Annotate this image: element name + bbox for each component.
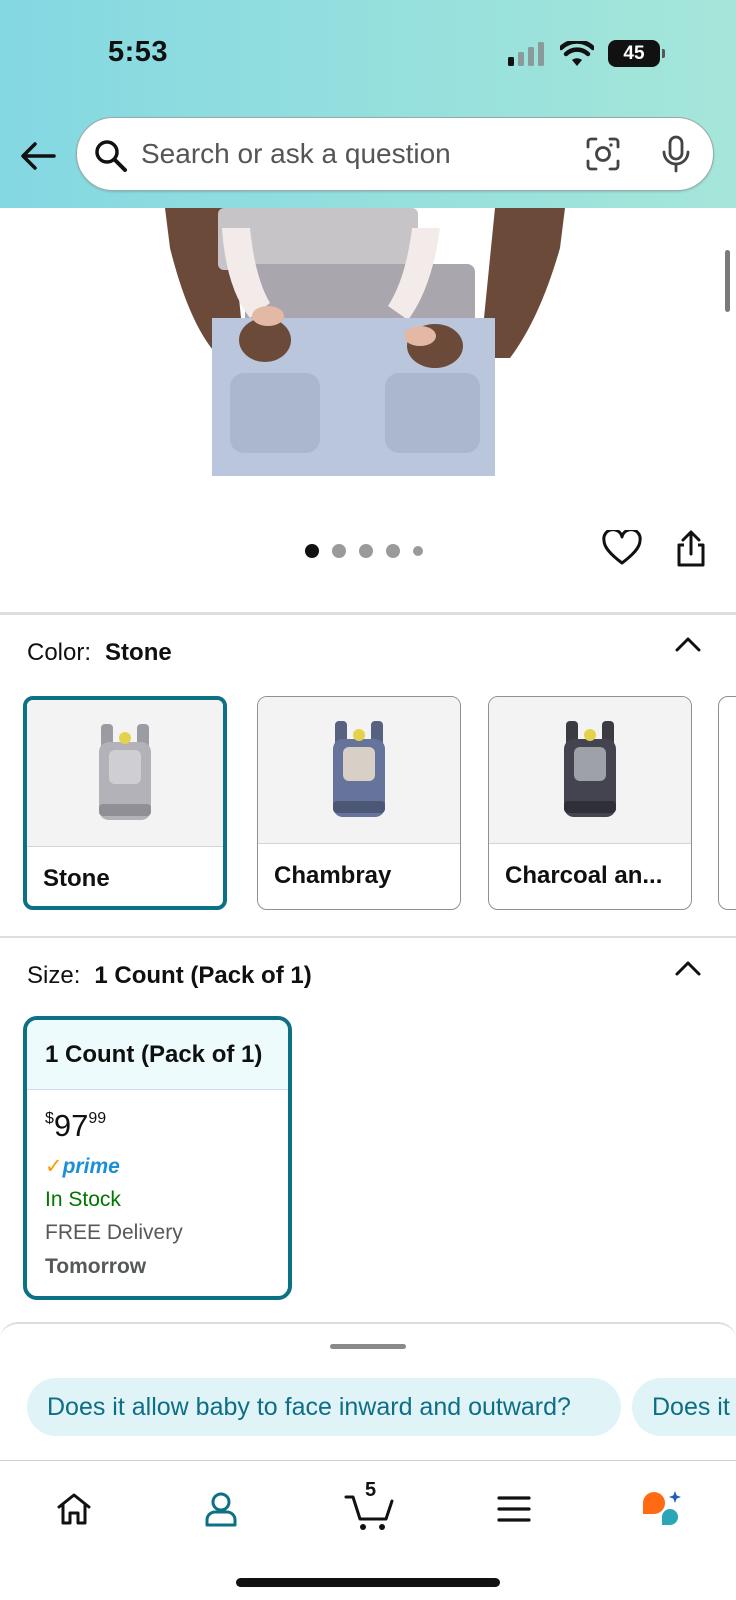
pagination-dot[interactable]	[386, 544, 400, 558]
carrier-thumbnail-charcoal	[564, 721, 616, 817]
color-option-label: Charcoal an...	[505, 862, 663, 889]
color-option-label: Chambray	[274, 862, 392, 889]
rufus-chat-icon	[643, 1491, 681, 1525]
swatch-thumbnail	[258, 697, 460, 844]
size-heading: Size: 1 Count (Pack of 1)	[27, 962, 312, 990]
home-icon	[57, 1493, 91, 1525]
color-option-chambray[interactable]: Chambray	[257, 696, 461, 910]
price-cents: 99	[88, 1110, 107, 1127]
microphone-icon[interactable]	[661, 135, 691, 173]
top-header: 5:53 45	[0, 0, 736, 208]
heart-icon[interactable]	[602, 530, 642, 566]
scrollbar[interactable]	[725, 250, 730, 312]
section-divider	[0, 612, 736, 615]
size-label: Size:	[27, 962, 81, 989]
carrier-thumbnail-stone	[99, 724, 151, 820]
size-selected-value: 1 Count (Pack of 1)	[94, 962, 312, 989]
hamburger-menu-icon	[497, 1496, 531, 1522]
image-pagination-dots[interactable]	[305, 544, 423, 558]
pagination-dot-active[interactable]	[305, 544, 319, 558]
questions-sheet: Does it allow baby to face inward and ou…	[0, 1322, 736, 1462]
home-indicator[interactable]	[236, 1578, 500, 1587]
tab-cart[interactable]: 5	[342, 1479, 398, 1533]
price-currency: $	[45, 1110, 54, 1127]
cellular-signal-icon	[508, 41, 544, 66]
swatch-thumbnail	[27, 700, 223, 847]
arrow-left-icon	[21, 142, 56, 170]
camera-lens-icon[interactable]	[585, 136, 621, 172]
pagination-dot[interactable]	[332, 544, 346, 558]
status-time: 5:53	[108, 36, 169, 68]
delivery-text: FREE Delivery	[45, 1221, 183, 1244]
price-whole: 97	[53, 1108, 89, 1143]
tab-rufus[interactable]	[638, 1485, 686, 1533]
pagination-dot[interactable]	[359, 544, 373, 558]
color-selected-value: Stone	[105, 639, 172, 666]
color-option-more[interactable]	[718, 696, 736, 910]
delivery-date: Tomorrow	[45, 1255, 147, 1278]
size-option-title: 1 Count (Pack of 1)	[27, 1020, 288, 1090]
section-divider	[0, 936, 736, 938]
swatch-thumbnail	[489, 697, 691, 844]
price: $9799	[45, 1108, 106, 1144]
status-icons: 45	[508, 40, 665, 67]
sheet-drag-handle[interactable]	[330, 1344, 406, 1349]
question-chip[interactable]: Does it	[632, 1378, 736, 1436]
search-input[interactable]	[141, 132, 561, 176]
size-option-card[interactable]: 1 Count (Pack of 1) $9799 ✓prime In Stoc…	[23, 1016, 292, 1300]
question-chip[interactable]: Does it allow baby to face inward and ou…	[27, 1378, 621, 1436]
prime-label: prime	[62, 1155, 120, 1178]
carrier-thumbnail-chambray	[333, 721, 385, 817]
prime-check-icon: ✓	[45, 1155, 63, 1178]
product-image[interactable]	[150, 208, 580, 476]
battery-indicator: 45	[608, 40, 665, 67]
color-option-charcoal[interactable]: Charcoal an...	[488, 696, 692, 910]
stock-status: In Stock	[45, 1188, 121, 1211]
tab-account[interactable]	[197, 1485, 245, 1533]
search-icon	[95, 140, 127, 172]
cart-count-badge: 5	[365, 1479, 377, 1501]
tab-menu[interactable]	[490, 1485, 538, 1533]
back-button[interactable]	[18, 136, 58, 176]
pagination-dot[interactable]	[413, 546, 423, 556]
color-heading: Color: Stone	[27, 639, 172, 667]
wifi-icon	[560, 40, 594, 66]
color-option-label: Stone	[43, 865, 110, 892]
baby-carrier-photo	[150, 208, 580, 476]
person-icon	[205, 1492, 237, 1527]
chevron-up-icon[interactable]	[674, 958, 702, 978]
color-option-stone[interactable]: Stone	[23, 696, 227, 910]
prime-badge: ✓prime	[45, 1154, 120, 1179]
share-icon[interactable]	[674, 530, 708, 568]
color-label: Color:	[27, 639, 92, 666]
chevron-up-icon[interactable]	[674, 634, 702, 654]
tab-home[interactable]	[50, 1485, 98, 1533]
search-bar[interactable]	[76, 117, 714, 191]
